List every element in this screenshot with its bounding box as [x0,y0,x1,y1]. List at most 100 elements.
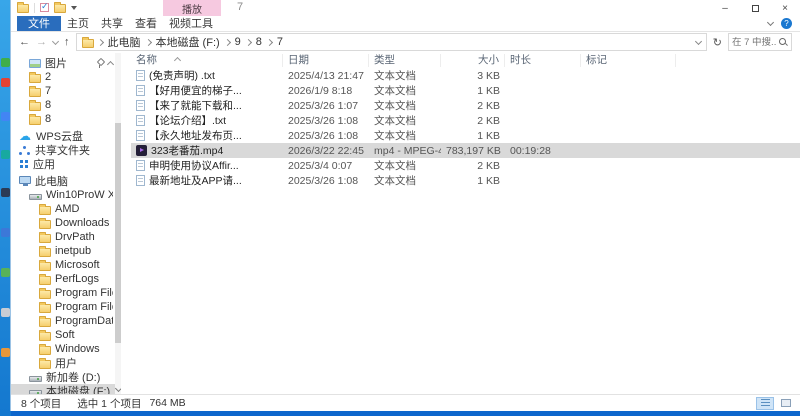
file-name-label: 【永久地址发布页... [149,130,242,142]
sidebar-item-program-files-x86[interactable]: Program Files (x8 [11,300,121,314]
file-type-cell: 文本文档 [374,130,416,142]
breadcrumb-item[interactable]: 7 [275,36,285,48]
folder-icon [39,357,51,369]
ribbon-tab-home[interactable]: 主页 [61,16,95,31]
chevron-right-icon [223,38,231,46]
refresh-icon[interactable]: ↻ [713,36,722,49]
file-row[interactable]: 【好用便宜的梯子... 2026/1/9 8:18 文本文档 1 KB [131,83,800,98]
file-row[interactable]: 323老番茄.mp4 2026/3/22 22:45 mp4 - MPEG-4 ..… [131,143,800,158]
file-row[interactable]: 申明使用协议Affir... 2025/3/4 0:07 文本文档 2 KB [131,158,800,173]
file-name-cell: 【好用便宜的梯子... [131,83,283,98]
navigation-tree: 图片2 7 8 8 WPS云盘共享文件夹应用此电脑Win10ProW X64 (C AMD… [11,56,121,394]
file-name-label: 【好用便宜的梯子... [149,85,242,97]
back-button[interactable]: ← [19,36,30,48]
sidebar-item-downloads[interactable]: Downloads [11,216,121,230]
sidebar-item-this-pc[interactable]: 此电脑 [11,174,121,188]
sidebar-item-label: WPS云盘 [36,131,84,143]
column-header-1[interactable]: 日期 [283,54,369,67]
text-file-icon [136,70,145,81]
sidebar-item-program-files[interactable]: Program Files [11,286,121,300]
explorer-app-icon[interactable] [17,2,29,13]
divider [34,2,35,13]
file-type-cell: mp4 - MPEG-4 ... [374,144,441,157]
breadcrumb-item[interactable]: 此电脑 [106,34,143,50]
thumbnails-view-button[interactable] [777,397,795,410]
sidebar-item-folder-2[interactable]: 2 [11,70,121,84]
details-view-button[interactable] [756,396,774,410]
column-header-3[interactable]: 大小 [441,54,505,67]
file-date-cell: 2025/3/26 1:08 [288,174,359,187]
file-size-cell: 2 KB [477,114,500,127]
sidebar-item-soft[interactable]: Soft [11,328,121,342]
sidebar-item-amd[interactable]: AMD [11,202,121,216]
sidebar-item-apps[interactable]: 应用 [11,157,121,171]
file-type-cell: 文本文档 [374,100,416,112]
sidebar-item-shared-folder[interactable]: 共享文件夹 [11,143,121,157]
file-date-cell: 2026/1/9 8:18 [288,84,353,97]
sidebar-item-drvpath[interactable]: DrvPath [11,230,121,244]
selection-size: 764 MB [149,397,186,409]
sidebar-item-users[interactable]: 用户 [11,356,121,370]
sidebar-item-perflogs[interactable]: PerfLogs [11,272,121,286]
address-dropdown-icon[interactable] [694,37,702,45]
file-size-cell: 2 KB [477,159,500,172]
file-row[interactable]: 【论坛介绍】.txt 2025/3/26 1:08 文本文档 2 KB [131,113,800,128]
breadcrumb-item[interactable]: 8 [254,36,264,48]
breadcrumb-item[interactable]: 9 [233,36,243,48]
contextual-tab-header[interactable]: 播放 [163,0,221,16]
sidebar-item-windows[interactable]: Windows [11,342,121,356]
desktop-icon [1,308,10,317]
file-row[interactable]: 最新地址及APP请... 2025/3/26 1:08 文本文档 1 KB [131,173,800,188]
minimize-button[interactable]: – [710,0,740,16]
file-row[interactable]: 【来了就能下载和... 2025/3/26 1:07 文本文档 2 KB [131,98,800,113]
sidebar-item-microsoft[interactable]: Microsoft [11,258,121,272]
sidebar-item-c-drive[interactable]: Win10ProW X64 (C [11,188,121,202]
breadcrumb-item[interactable]: 本地磁盘 (F:) [154,34,222,50]
sidebar-item-inetpub[interactable]: inetpub [11,244,121,258]
sidebar-item-folder-8[interactable]: 8 [11,98,121,112]
file-row[interactable]: (免责声明) .txt 2025/4/13 21:47 文本文档 3 KB [131,68,800,83]
new-folder-icon[interactable] [54,2,66,13]
thumbnails-view-icon [781,399,791,407]
view-toggles [756,396,800,410]
screen: 播放 7 – × 文件主页共享查看视频工具 ? ← → ↑ 此电脑本地磁盘 [0,0,800,416]
ribbon-tab-file[interactable]: 文件 [17,16,61,31]
properties-icon[interactable] [40,1,49,12]
forward-button[interactable]: → [36,36,47,48]
recent-locations-icon[interactable] [51,37,60,45]
sidebar-item-folder-7[interactable]: 7 [11,84,121,98]
customize-caret-icon[interactable] [71,5,77,10]
file-row[interactable]: 【永久地址发布页... 2025/3/26 1:08 文本文档 1 KB [131,128,800,143]
address-box[interactable]: 此电脑 本地磁盘 (F:) 9 8 7 [75,33,707,51]
expand-ribbon-icon[interactable] [766,18,775,27]
folder-icon [39,259,51,271]
maximize-button[interactable] [740,0,770,16]
file-date-cell: 2025/3/26 1:07 [288,99,359,112]
search-icon[interactable] [779,37,788,47]
sidebar-item-label: 应用 [33,159,55,171]
maximize-icon [751,4,759,12]
ribbon-tab-share[interactable]: 共享 [95,16,129,31]
search-input[interactable] [732,36,777,48]
navigation-pane: 图片2 7 8 8 WPS云盘共享文件夹应用此电脑Win10ProW X64 (C AMD… [11,53,121,394]
sidebar-item-wps-cloud[interactable]: WPS云盘 [11,129,121,143]
desktop-icon [1,348,10,357]
column-header-2[interactable]: 类型 [369,54,441,67]
ribbon-tab-view[interactable]: 查看 [129,16,163,31]
chevron-up-icon[interactable] [106,60,115,69]
ribbon-tab-video-tools[interactable]: 视频工具 [163,16,219,31]
column-header-5[interactable]: 标记 [581,54,676,67]
sidebar-item-label: inetpub [55,245,92,257]
sidebar-item-programdata[interactable]: ProgramData [11,314,121,328]
column-header-4[interactable]: 时长 [505,54,581,67]
drive-icon [29,375,42,382]
help-icon[interactable]: ? [781,18,792,29]
sidebar-item-folder-8b[interactable]: 8 [11,112,121,126]
file-type-cell: 文本文档 [374,175,416,187]
sidebar-item-d-drive[interactable]: 新加卷 (D:) [11,370,121,384]
sidebar-item-pictures[interactable]: 图片 [11,56,121,70]
up-button[interactable]: ↑ [64,36,70,48]
column-header-0[interactable]: 名称 [131,54,283,67]
close-button[interactable]: × [770,0,800,16]
sidebar-item-f-drive[interactable]: 本地磁盘 (F:) [11,384,121,394]
